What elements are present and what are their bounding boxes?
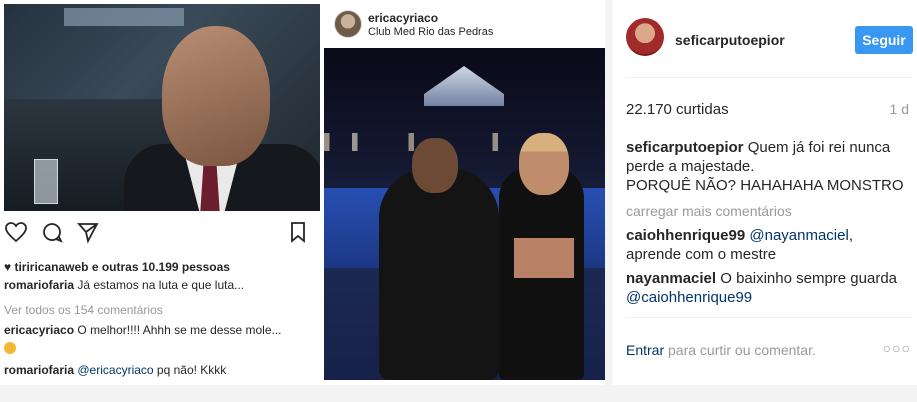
login-prompt: Entrar para curtir ou comentar. — [626, 342, 816, 358]
person-face — [162, 26, 270, 166]
comment-user: romariofaria — [4, 363, 75, 377]
left-action-row — [4, 220, 316, 244]
left-likes-line: ♥ tiriricanaweb e outras 10.199 pessoas — [4, 260, 230, 274]
background-tent — [424, 66, 504, 106]
divider — [626, 317, 912, 318]
man-head — [412, 138, 458, 193]
comment-user: romariofaria — [4, 278, 75, 292]
background-screen — [64, 8, 184, 26]
comment-text: O melhor!!!! Ahhh se me desse mole... — [74, 323, 282, 337]
avatar — [334, 10, 362, 38]
post-time[interactable]: 1 d — [890, 101, 909, 117]
divider — [626, 77, 912, 78]
woman-midriff — [514, 238, 574, 278]
likes-rest: e outras 10.199 pessoas — [88, 260, 230, 274]
comment-1-line-1: caiohhenrique99 @nayanmaciel, — [626, 227, 853, 244]
avatar[interactable] — [626, 18, 664, 56]
comment-user[interactable]: nayanmaciel — [626, 270, 716, 287]
comment-text: , — [848, 227, 853, 244]
left-view-all-comments: Ver todos os 154 comentários — [4, 303, 163, 317]
comment-1-line-2: aprende com o mestre — [626, 246, 777, 263]
comment-2-line-2: @caiohhenrique99 — [626, 289, 752, 306]
caption-text: Quem já foi rei nunca — [743, 139, 891, 156]
man-figure — [379, 168, 499, 380]
heart-small-icon: ♥ — [4, 260, 12, 274]
comment-user: ericacyriaco — [4, 323, 75, 337]
comment-text: O baixinho sempre guarda — [716, 270, 897, 287]
post-image: ♥ tiriricanaweb e outras 10.199 pessoas … — [0, 0, 605, 385]
comment-2-line-1: nayanmaciel O baixinho sempre guarda — [626, 270, 897, 287]
comment-text: pq não! Kkkk — [153, 363, 227, 377]
share-icon — [76, 220, 100, 244]
comment-mention[interactable]: @caiohhenrique99 — [626, 289, 752, 306]
right-photo-couple — [324, 48, 605, 380]
left-comment-3: romariofaria @ericacyriaco pq não! Kkkk — [4, 363, 226, 377]
likes-count[interactable]: 22.170 curtidas — [626, 101, 729, 118]
bookmark-icon — [286, 220, 310, 244]
caption-line-3: PORQUÊ NÃO? HAHAHAHA MONSTRO — [626, 177, 904, 194]
heart-icon — [4, 220, 28, 244]
comment-text: Já estamos na luta e que luta... — [74, 278, 245, 292]
left-comment-1: romariofaria Já estamos na luta e que lu… — [4, 278, 244, 292]
login-text: para curtir ou comentar. — [664, 342, 816, 358]
comment-mention: @ericacyriaco — [77, 363, 154, 377]
more-options-icon[interactable]: ○○○ — [883, 340, 911, 356]
left-screenshot-post: ♥ tiriricanaweb e outras 10.199 pessoas … — [0, 0, 322, 385]
left-photo-selfie — [4, 4, 320, 211]
caption-line-2: perde a majestade. — [626, 158, 755, 175]
smiley-emoji-icon — [4, 342, 16, 354]
login-link[interactable]: Entrar — [626, 342, 664, 358]
caption-user[interactable]: seficarputoepior — [626, 139, 744, 156]
panel-username[interactable]: seficarputoepior — [675, 32, 785, 48]
comment-user[interactable]: caiohhenrique99 — [626, 227, 745, 244]
likes-user: tiriricanaweb — [14, 260, 89, 274]
right-screenshot-post: ericacyriaco Club Med Rio das Pedras — [324, 0, 605, 385]
comment-panel: seficarputoepior Seguir 22.170 curtidas … — [611, 0, 917, 385]
post-location: Club Med Rio das Pedras — [368, 26, 494, 38]
comment-mention[interactable]: @nayanmaciel — [749, 227, 848, 244]
follow-button[interactable]: Seguir — [855, 26, 913, 54]
water-glass — [34, 159, 58, 204]
comment-icon — [40, 220, 64, 244]
caption-line-1: seficarputoepior Quem já foi rei nunca — [626, 138, 912, 157]
left-comment-2: ericacyriaco O melhor!!!! Ahhh se me des… — [4, 323, 282, 337]
post-username: ericacyriaco — [368, 11, 439, 25]
load-more-comments[interactable]: carregar mais comentários — [626, 203, 792, 219]
woman-head — [519, 133, 569, 195]
